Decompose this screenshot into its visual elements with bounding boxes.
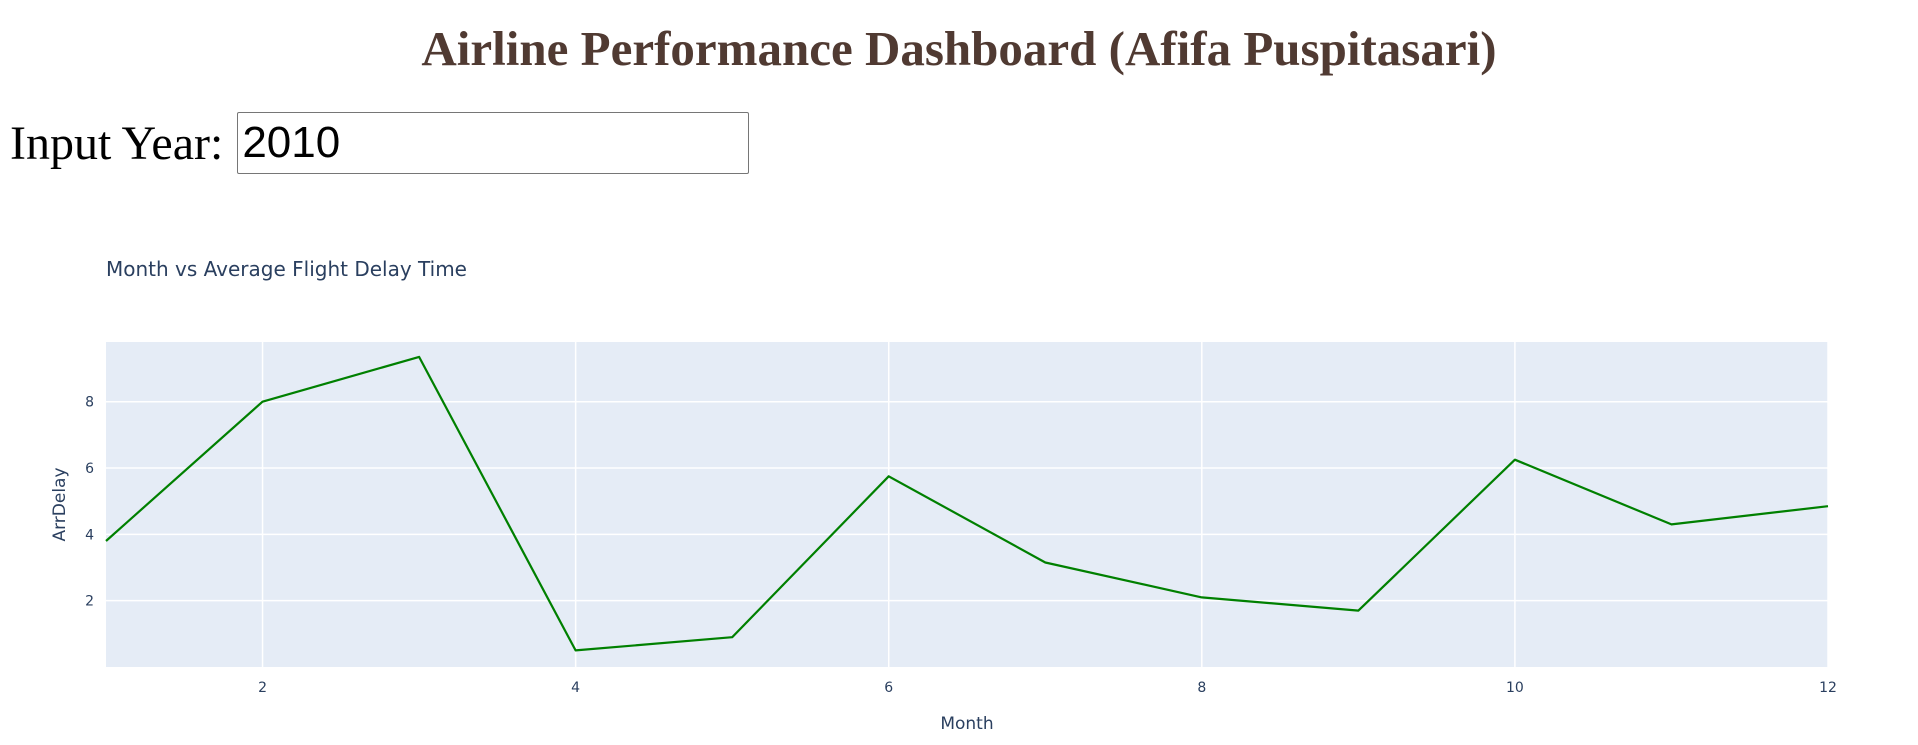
x-axis-title: Month bbox=[940, 714, 993, 734]
year-input-row: Input Year: bbox=[10, 108, 750, 178]
x-tick-label: 8 bbox=[1197, 680, 1206, 696]
year-input-label: Input Year: bbox=[10, 116, 224, 170]
data-point[interactable] bbox=[1822, 500, 1834, 512]
data-point[interactable] bbox=[257, 396, 269, 408]
data-point[interactable] bbox=[100, 535, 112, 547]
data-point[interactable] bbox=[726, 631, 738, 643]
y-axis-title: ArrDelay bbox=[50, 467, 70, 541]
data-point[interactable] bbox=[413, 351, 425, 363]
chart-title: Month vs Average Flight Delay Time bbox=[106, 257, 467, 281]
x-tick-label: 4 bbox=[571, 680, 580, 696]
data-point[interactable] bbox=[883, 470, 895, 482]
data-point[interactable] bbox=[1665, 518, 1677, 530]
y-tick-label: 8 bbox=[85, 395, 94, 411]
data-point[interactable] bbox=[1509, 454, 1521, 466]
x-tick-label: 6 bbox=[884, 680, 893, 696]
year-input[interactable] bbox=[237, 112, 750, 174]
data-point[interactable] bbox=[570, 644, 582, 656]
y-tick-label: 4 bbox=[85, 527, 94, 543]
chart-svg: Month vs Average Flight Delay Time 2 4 6 8 1… bbox=[50, 257, 1837, 734]
page-title: Airline Performance Dashboard (Afifa Pus… bbox=[421, 21, 1497, 76]
delay-chart[interactable]: Month vs Average Flight Delay Time 2 4 6 8 1… bbox=[0, 230, 1918, 745]
data-point[interactable] bbox=[1196, 591, 1208, 603]
plot-area bbox=[106, 342, 1828, 667]
data-point[interactable] bbox=[1039, 557, 1051, 569]
y-tick-label: 6 bbox=[85, 461, 94, 477]
x-tick-label: 2 bbox=[258, 680, 267, 696]
x-tick-label: 10 bbox=[1506, 680, 1524, 696]
data-point[interactable] bbox=[1352, 605, 1364, 617]
x-tick-label: 12 bbox=[1819, 680, 1837, 696]
y-tick-label: 2 bbox=[85, 594, 94, 610]
